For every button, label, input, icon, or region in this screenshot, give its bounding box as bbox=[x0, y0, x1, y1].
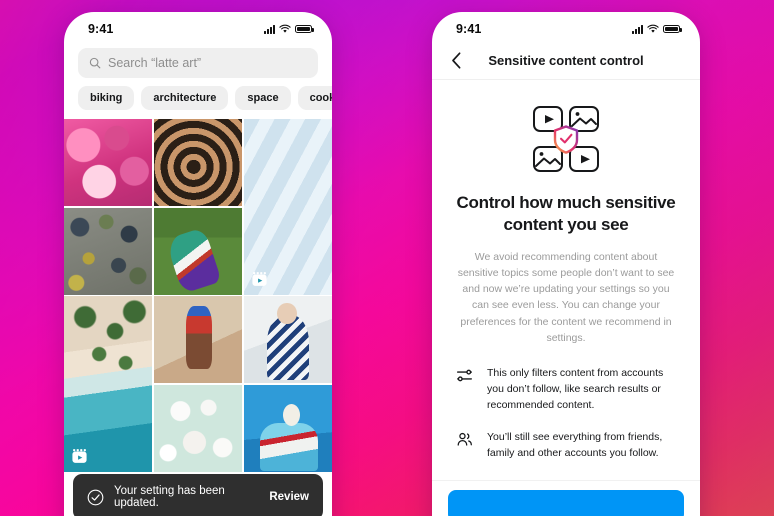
bullet-filters: This only filters content from accounts … bbox=[456, 366, 676, 413]
chevron-left-icon bbox=[451, 52, 460, 69]
grid-photo-bottles[interactable] bbox=[243, 119, 332, 295]
grid-photo-beach[interactable] bbox=[64, 296, 153, 472]
nav-bar: Sensitive content control bbox=[432, 42, 700, 80]
toast-review-button[interactable]: Review bbox=[269, 491, 309, 503]
hero-subtitle: We avoid recommending content about sens… bbox=[457, 250, 675, 344]
search-icon bbox=[89, 57, 101, 69]
cellular-signal-icon bbox=[264, 24, 275, 34]
sensitive-content-body: Control how much sensitive content you s… bbox=[432, 80, 700, 516]
check-circle-icon bbox=[87, 489, 104, 505]
hero-title: Control how much sensitive content you s… bbox=[456, 193, 676, 234]
grid-photo-woman[interactable] bbox=[243, 296, 332, 383]
chip-cooking[interactable]: cooking bbox=[297, 86, 332, 110]
status-time: 9:41 bbox=[456, 22, 482, 36]
left-phone-mockup: 9:41 Search “latte art” biking architect… bbox=[64, 12, 332, 516]
reels-icon bbox=[72, 448, 87, 463]
search-section: Search “latte art” bbox=[64, 42, 332, 86]
reels-icon bbox=[252, 271, 267, 286]
sliders-filter-icon bbox=[456, 366, 474, 389]
battery-full-icon bbox=[663, 24, 682, 34]
status-icons bbox=[632, 24, 682, 34]
toast-notification: Your setting has been updated. Review bbox=[73, 474, 323, 516]
cta-container bbox=[432, 480, 700, 516]
hero-illustration bbox=[456, 102, 676, 176]
primary-cta-button[interactable] bbox=[448, 490, 684, 516]
topic-chip-row[interactable]: biking architecture space cooking fash bbox=[64, 86, 332, 119]
chip-biking[interactable]: biking bbox=[78, 86, 135, 110]
bullet-follows: You’ll still see everything from friends… bbox=[456, 430, 676, 462]
explore-grid bbox=[64, 119, 332, 472]
cellular-signal-icon bbox=[632, 24, 643, 34]
bullet-text: This only filters content from accounts … bbox=[487, 367, 664, 411]
grid-photo-spiral[interactable] bbox=[153, 119, 243, 206]
battery-full-icon bbox=[295, 24, 314, 34]
right-status-bar: 9:41 bbox=[432, 12, 700, 42]
status-icons bbox=[264, 24, 314, 34]
wifi-icon bbox=[279, 24, 291, 33]
grid-photo-grass[interactable] bbox=[153, 207, 243, 295]
status-time: 9:41 bbox=[88, 22, 114, 36]
grid-photo-pink-party[interactable] bbox=[64, 119, 153, 206]
grid-photo-skincare[interactable] bbox=[153, 384, 243, 472]
left-status-bar: 9:41 bbox=[64, 12, 332, 42]
wifi-icon bbox=[647, 24, 659, 33]
grid-photo-sky[interactable] bbox=[243, 384, 332, 472]
shielded-media-grid-icon bbox=[533, 106, 599, 172]
chip-space[interactable]: space bbox=[235, 86, 291, 110]
promo-composition: 9:41 Search “latte art” biking architect… bbox=[0, 0, 774, 516]
search-placeholder: Search “latte art” bbox=[108, 56, 202, 70]
people-group-icon bbox=[456, 430, 474, 453]
back-button[interactable] bbox=[446, 51, 466, 71]
grid-photo-pebbles[interactable] bbox=[64, 207, 153, 295]
grid-photo-dancer[interactable] bbox=[153, 296, 243, 383]
search-input[interactable]: Search “latte art” bbox=[78, 48, 318, 78]
page-title: Sensitive content control bbox=[488, 53, 644, 68]
bullet-text: You’ll still see everything from friends… bbox=[487, 431, 663, 460]
right-phone-mockup: 9:41 Sensitive content control Control h… bbox=[432, 12, 700, 516]
chip-architecture[interactable]: architecture bbox=[141, 86, 229, 110]
toast-message: Your setting has been updated. bbox=[114, 485, 225, 509]
